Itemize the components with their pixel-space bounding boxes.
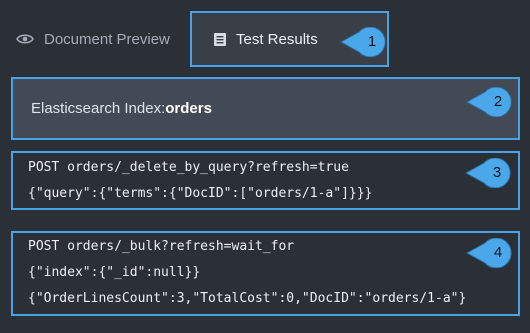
callout-4-marker: 4 (465, 238, 515, 268)
bulk-request-panel: POST orders/_bulk?refresh=wait_for {"ind… (11, 231, 520, 316)
elasticsearch-index-panel: Elasticsearch Index: orders (11, 77, 520, 140)
index-value: orders (165, 100, 212, 117)
bulk-index-line: {"index":{"_id":null}} (28, 265, 201, 280)
document-list-icon (214, 32, 226, 46)
callout-1-marker: 1 (339, 27, 389, 57)
tab-document-preview-label: Document Preview (44, 30, 170, 48)
callout-2-marker: 2 (465, 87, 515, 117)
eye-icon (16, 33, 34, 45)
callout-4-number: 4 (493, 244, 503, 261)
bulk-request-line: POST orders/_bulk?refresh=wait_for (28, 239, 295, 254)
delete-body-line: {"query":{"terms":{"DocID":["orders/1-a"… (28, 186, 373, 201)
bulk-document-line: {"OrderLinesCount":3,"TotalCost":0,"DocI… (28, 291, 467, 306)
delete-request-line: POST orders/_delete_by_query?refresh=tru… (28, 160, 349, 175)
tab-document-preview[interactable]: Document Preview (0, 11, 190, 67)
delete-by-query-panel: POST orders/_delete_by_query?refresh=tru… (11, 151, 520, 210)
callout-2-number: 2 (493, 93, 503, 110)
tab-test-results-label: Test Results (236, 30, 318, 48)
index-label: Elasticsearch Index: (31, 100, 166, 117)
callout-1-number: 1 (367, 33, 377, 50)
callout-3-number: 3 (492, 164, 502, 181)
callout-3-marker: 3 (464, 158, 514, 188)
